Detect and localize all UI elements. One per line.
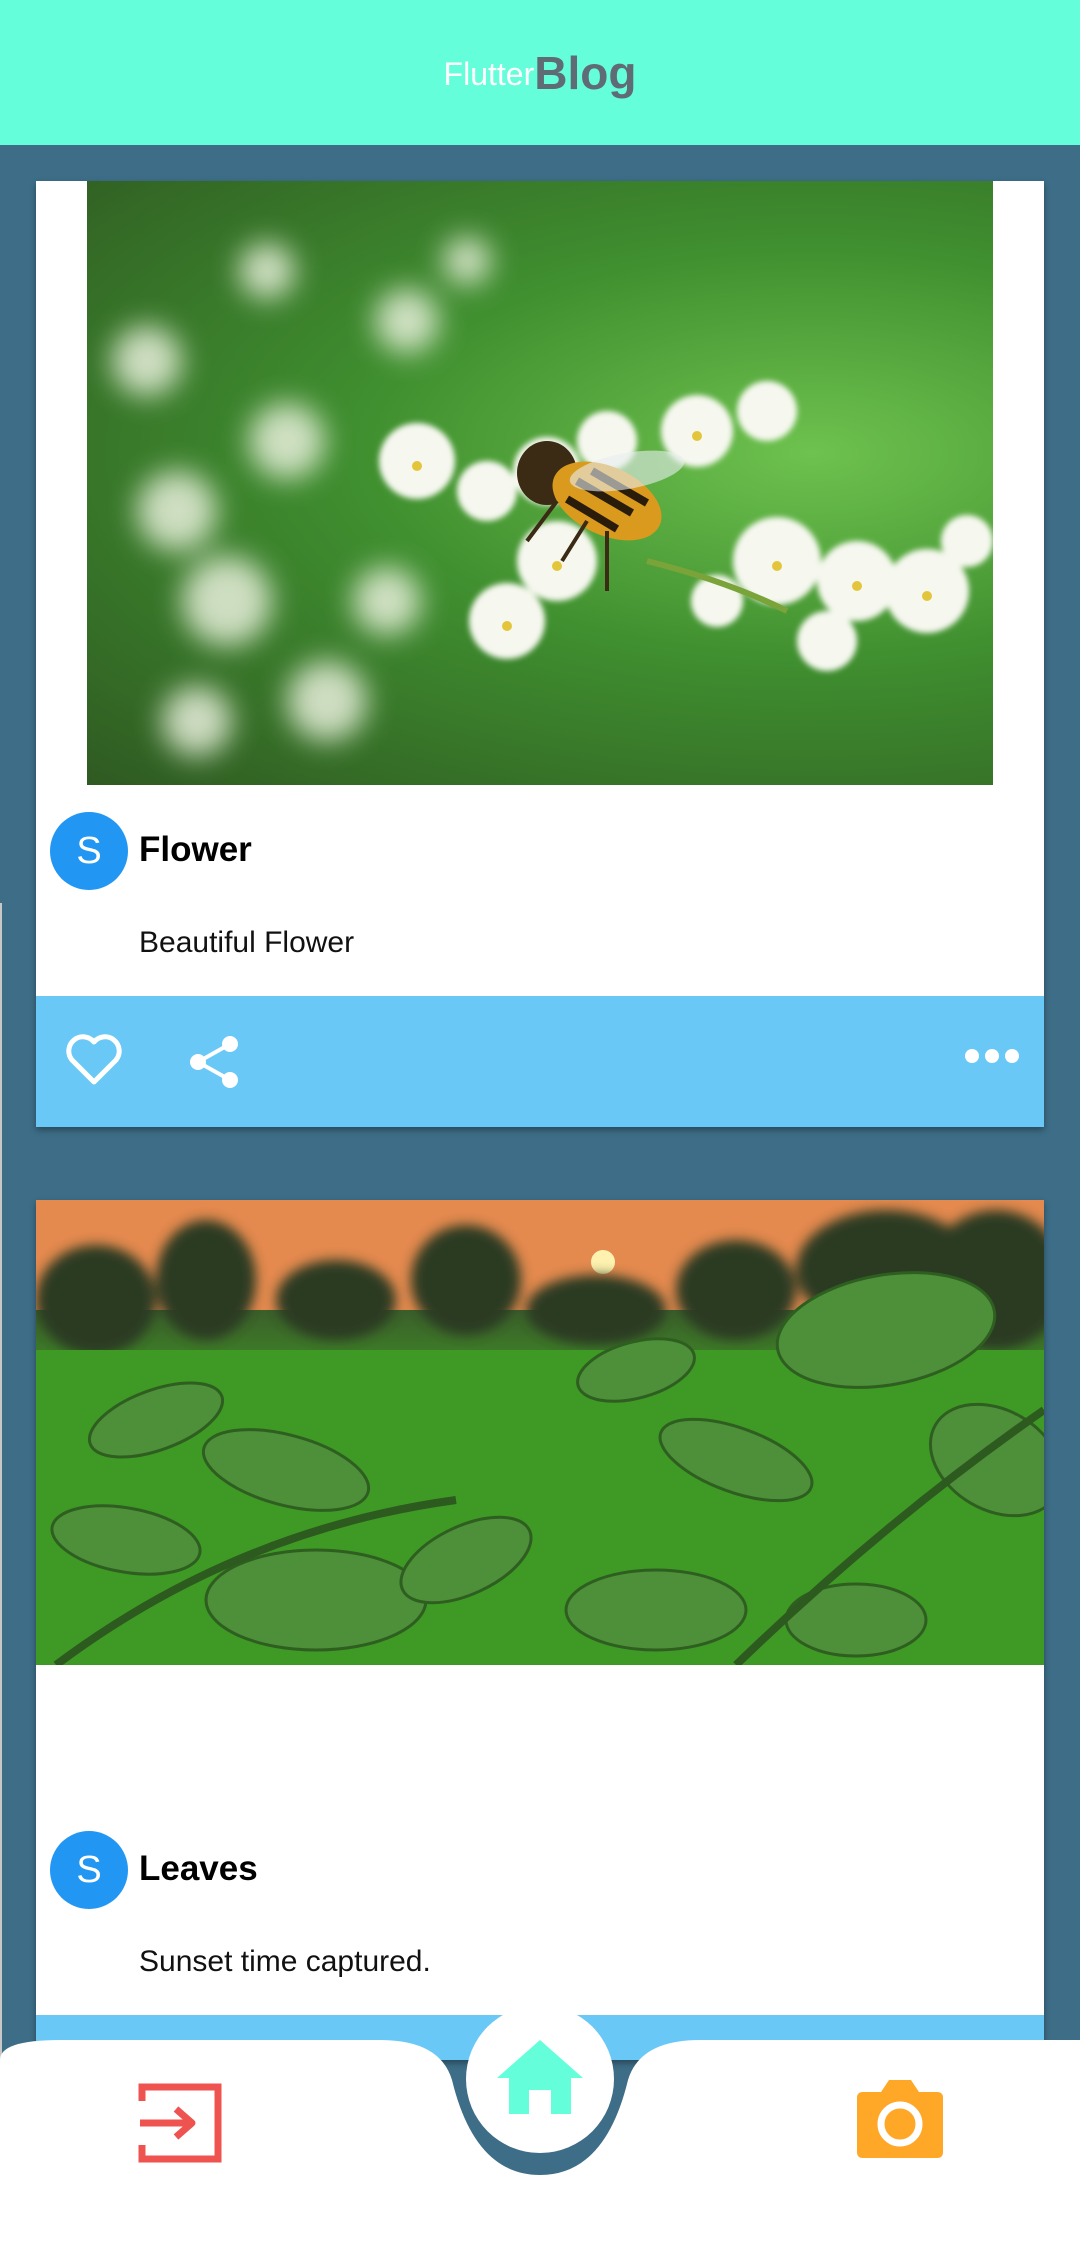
post-title: Leaves <box>139 1849 258 1888</box>
post-action-bar <box>36 996 1044 1127</box>
scrollbar[interactable] <box>0 903 9 2143</box>
flower-photo-illustration <box>112 237 993 756</box>
app-title-flutter: Flutter <box>443 56 535 92</box>
home-button[interactable] <box>466 2005 614 2153</box>
home-icon <box>495 2038 585 2121</box>
post-image-flower <box>87 181 993 785</box>
post-card[interactable]: S Leaves Sunset time captured. <box>36 1200 1044 2060</box>
leaves-photo-illustration <box>36 1200 1044 1665</box>
post-card[interactable]: S Flower Beautiful Flower <box>36 181 1044 1127</box>
share-icon[interactable] <box>186 1034 242 1095</box>
post-image-leaves <box>36 1200 1044 1665</box>
heart-icon[interactable] <box>66 1034 122 1091</box>
login-icon[interactable] <box>138 2083 222 2168</box>
author-avatar[interactable]: S <box>50 812 128 890</box>
post-body: Beautiful Flower <box>139 926 355 959</box>
post-title: Flower <box>139 830 252 869</box>
more-horizontal-icon[interactable] <box>964 1048 1020 1069</box>
app-bar: Flutter Blog <box>0 0 1080 145</box>
author-avatar[interactable]: S <box>50 1831 128 1909</box>
app-title-blog: Blog <box>534 46 637 99</box>
camera-icon[interactable] <box>855 2078 945 2165</box>
post-body: Sunset time captured. <box>139 1945 431 1978</box>
